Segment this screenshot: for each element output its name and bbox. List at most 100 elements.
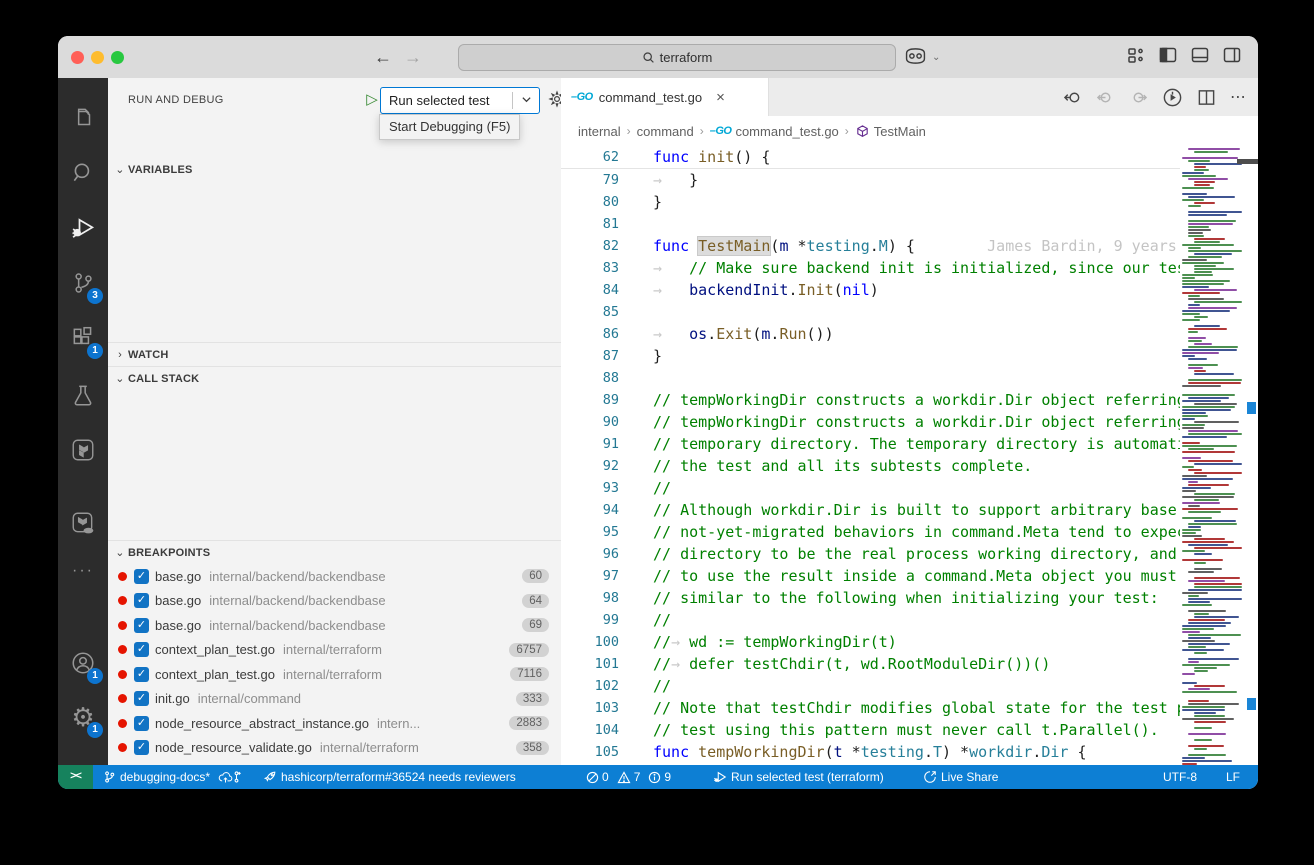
split-editor-icon[interactable] [1197,88,1216,107]
accounts-badge: 1 [87,668,103,684]
breakpoint-checkbox[interactable]: ✓ [134,716,149,731]
breakpoint-checkbox[interactable]: ✓ [134,593,149,608]
search-sidebar-icon[interactable] [58,148,108,198]
remote-indicator[interactable]: >< [58,765,93,789]
breadcrumb-file[interactable]: command_test.go [735,124,838,139]
continue-icon[interactable] [1129,88,1148,107]
toggle-secondary-sidebar-icon[interactable] [1222,45,1242,65]
step-back-icon[interactable] [1063,88,1082,107]
breakpoint-row[interactable]: ✓context_plan_test.gointernal/terraform6… [108,638,561,662]
breadcrumb-internal[interactable]: internal [578,124,621,139]
pull-request-status[interactable]: hashicorp/terraform#36524 needs reviewer… [263,765,516,789]
editor-more-actions-icon[interactable]: ⋯ [1230,87,1246,107]
line-number: 86 [561,323,619,345]
status-bar: >< debugging-docs* hashicorp/terraform#3… [58,765,1258,789]
copilot-icon[interactable] [903,46,928,66]
code-text [619,301,1180,323]
infos-icon [648,771,661,784]
customize-layout-icon[interactable] [1126,45,1146,65]
breakpoint-row[interactable]: ✓base.gointernal/backend/backendbase69 [108,613,561,637]
breakpoint-row[interactable]: ✓node_resource_validate.gointernal/terra… [108,736,561,760]
code-line: 88 [561,367,1180,389]
line-number: 94 [561,499,619,521]
breakpoint-checkbox[interactable]: ✓ [134,569,149,584]
command-center-search[interactable]: terraform [458,44,896,71]
line-number: 101 [561,653,619,675]
code-line: 79→ } [561,169,1180,191]
additional-views-icon[interactable]: ··· [58,546,108,596]
variables-section-header[interactable]: ⌄ VARIABLES [108,158,561,181]
chevron-right-icon: › [625,124,633,138]
minimap[interactable] [1180,146,1244,765]
symbol-method-icon [855,124,870,139]
chevron-right-icon: › [112,349,128,361]
line-number: 99 [561,609,619,631]
run-or-debug-icon[interactable] [1162,87,1183,108]
explorer-icon[interactable] [58,93,108,143]
breakpoint-checkbox[interactable]: ✓ [134,691,149,706]
breakpoint-row[interactable]: ✓node_resource_abstract_instance.gointer… [108,711,561,735]
call-stack-section-header[interactable]: ⌄ CALL STACK [108,366,561,390]
code-text: // to use the result inside a command.Me… [619,565,1180,587]
terraform-icon[interactable] [58,425,108,475]
settings-gear-icon[interactable]: ⚙ 1 [58,692,108,742]
navigate-forward-icon[interactable]: → [401,44,425,70]
breakpoint-checkbox[interactable]: ✓ [134,667,149,682]
code-line: 62func init() { [561,146,1180,169]
git-branch-status[interactable]: debugging-docs* [103,765,233,789]
breakpoint-dot-icon [118,719,127,728]
code-text: func TestMain(m *testing.M) { James Bard… [619,235,1180,257]
code-line: 89// tempWorkingDir constructs a workdir… [561,389,1180,411]
breadcrumb-command[interactable]: command [637,124,694,139]
toggle-primary-sidebar-icon[interactable] [1158,45,1178,65]
copilot-menu-chevron-icon[interactable]: ⌄ [932,52,940,63]
line-number: 96 [561,543,619,565]
breakpoint-file: base.go [155,569,201,584]
code-text: //→ defer testChdir(t, wd.RootModuleDir(… [619,653,1180,675]
scrollbar-thumb[interactable] [1237,159,1258,164]
source-control-icon[interactable]: 3 [58,258,108,308]
encoding-status[interactable]: UTF-8 [1163,765,1197,789]
eol-status[interactable]: LF [1226,765,1240,789]
title-bar: ← → terraform ⌄ [58,36,1258,79]
breakpoints-section-header[interactable]: ⌄ BREAKPOINTS [108,540,561,564]
breakpoint-checkbox[interactable]: ✓ [134,642,149,657]
line-number: 91 [561,433,619,455]
code-line: 105func tempWorkingDir(t *testing.T) *wo… [561,741,1180,763]
breakpoint-path: internal/command [198,691,510,706]
minimize-window-button[interactable] [91,51,104,64]
run-and-debug-icon[interactable] [58,203,108,253]
overview-ruler[interactable] [1244,146,1258,765]
breakpoint-row[interactable]: ✓init.gointernal/command333 [108,687,561,711]
code-text: //→ wd := tempWorkingDir(t) [619,631,1180,653]
problems-status[interactable]: 0 7 9 [586,765,671,789]
reverse-continue-icon[interactable] [1096,88,1115,107]
breakpoint-checkbox[interactable]: ✓ [134,740,149,755]
launch-configuration-dropdown[interactable]: Run selected test [380,87,540,114]
tab-command-test-go[interactable]: –GO command_test.go × [561,78,769,116]
code-editor[interactable]: 62func init() {79→ }80}8182func TestMain… [561,146,1180,765]
accounts-icon[interactable]: 1 [58,638,108,688]
gitlens-status-icon[interactable] [230,765,243,789]
navigate-back-icon[interactable]: ← [371,44,395,70]
close-window-button[interactable] [71,51,84,64]
breakpoint-dot-icon [118,621,127,630]
extensions-icon[interactable]: 1 [58,313,108,363]
breakpoint-checkbox[interactable]: ✓ [134,618,149,633]
line-number: 85 [561,301,619,323]
testing-icon[interactable] [58,370,108,420]
zoom-window-button[interactable] [111,51,124,64]
close-tab-icon[interactable]: × [716,89,725,106]
watch-section-header[interactable]: › WATCH [108,342,561,366]
toggle-panel-icon[interactable] [1190,45,1210,65]
breakpoint-row[interactable]: ✓base.gointernal/backend/backendbase64 [108,589,561,613]
terraform-cloud-icon[interactable] [58,498,108,548]
breadcrumb-symbol[interactable]: TestMain [874,124,926,139]
breakpoint-dot-icon [118,572,127,581]
live-share-status[interactable]: Live Share [923,765,998,789]
breakpoint-row[interactable]: ✓context_plan_test.gointernal/terraform7… [108,662,561,686]
breakpoint-row[interactable]: ✓base.gointernal/backend/backendbase60 [108,564,561,588]
run-task-status[interactable]: Run selected test (terraform) [713,765,884,789]
line-number: 89 [561,389,619,411]
breakpoint-line-badge: 2883 [509,716,549,730]
